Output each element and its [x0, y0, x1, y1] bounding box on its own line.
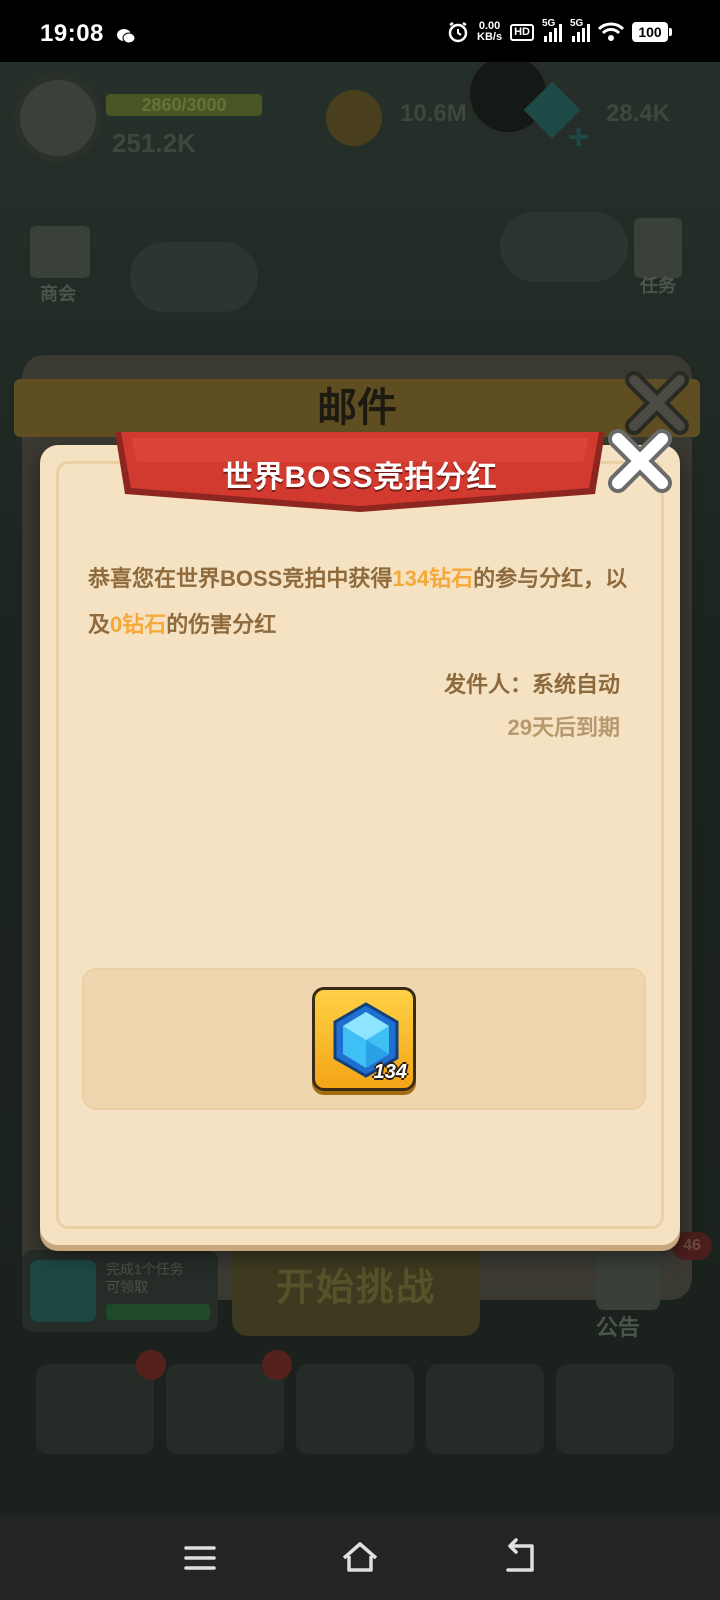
system-nav-bar	[0, 1516, 720, 1600]
net-speed-unit: KB/s	[477, 31, 503, 43]
back-icon[interactable]	[498, 1536, 542, 1580]
mail-expiry: 29天后到期	[507, 715, 620, 740]
add-gems-icon: +	[568, 116, 590, 157]
signal-icon-sim2: 5G	[570, 18, 590, 42]
quest-subtitle: 可领取	[106, 1279, 148, 1295]
mail-message: 恭喜您在世界BOSS竞拍中获得134钻石的参与分红，以及0钻石的伤害分红	[88, 556, 648, 648]
tab-target	[426, 1364, 544, 1454]
player-avatar	[14, 74, 102, 162]
tab-hero	[36, 1364, 154, 1454]
power-value: 251.2K	[112, 128, 196, 158]
menu-icon[interactable]	[178, 1536, 222, 1580]
mail-sender: 发件人：系统自动	[443, 672, 620, 697]
tab-trophy	[556, 1364, 674, 1454]
message-suffix: 的伤害分红	[166, 612, 277, 637]
home-icon[interactable]	[338, 1536, 382, 1580]
coin-icon	[326, 90, 382, 146]
quest-title: 完成1个任务	[106, 1261, 184, 1277]
notice-label: 公告	[596, 1315, 641, 1340]
alert-icon	[136, 1350, 166, 1380]
notice-icon	[596, 1250, 660, 1310]
quest-text: 完成1个任务 可领取	[106, 1260, 184, 1296]
game-tab-bar	[0, 1350, 720, 1454]
message-prefix: 恭喜您在世界BOSS竞拍中获得	[88, 566, 393, 591]
cloud-decoration	[500, 212, 628, 282]
hd-badge: HD	[510, 23, 534, 41]
cloud-decoration	[130, 242, 258, 312]
mail-window-title: 邮件	[317, 386, 397, 430]
status-bar: 19:08 0.00 KB/s HD 5G 5G 100	[0, 0, 720, 62]
participation-amount: 134钻石	[392, 566, 474, 591]
sim1-label: 5G	[542, 18, 556, 29]
damage-amount: 0钻石	[110, 612, 167, 637]
start-challenge-button: 开始挑战	[232, 1240, 480, 1336]
coin-count: 10.6M	[400, 100, 467, 127]
signal-icon-sim1: 5G	[542, 18, 562, 42]
tab-pet	[166, 1364, 284, 1454]
network-speed: 0.00 KB/s	[477, 21, 502, 43]
shop-label: 商会	[40, 284, 76, 304]
quest-card: 完成1个任务 可领取	[22, 1250, 218, 1332]
notice-board: 公告	[588, 1240, 668, 1340]
battery-icon: 100	[632, 22, 672, 42]
alarm-icon	[448, 21, 468, 43]
quest-gem-icon	[30, 1260, 96, 1322]
tab-battle	[296, 1364, 414, 1454]
exp-counter: 2860/3000	[106, 94, 262, 116]
mail-title: 世界BOSS竞拍分红	[222, 461, 498, 494]
reward-quantity: 134	[373, 1061, 407, 1083]
quest-progress-bar	[106, 1304, 210, 1320]
close-icon[interactable]	[604, 425, 676, 497]
notice-badge: 46	[672, 1232, 712, 1260]
reward-item[interactable]: 134	[312, 987, 416, 1091]
status-time: 19:08	[40, 20, 104, 47]
wifi-icon	[598, 22, 624, 41]
wechat-icon	[117, 29, 136, 44]
shop-icon	[30, 226, 90, 278]
sim2-label: 5G	[570, 18, 584, 29]
gem-count: 28.4K	[606, 100, 671, 127]
task-label: 任务	[640, 276, 676, 296]
alert-icon	[262, 1350, 292, 1380]
task-icon	[634, 218, 682, 278]
